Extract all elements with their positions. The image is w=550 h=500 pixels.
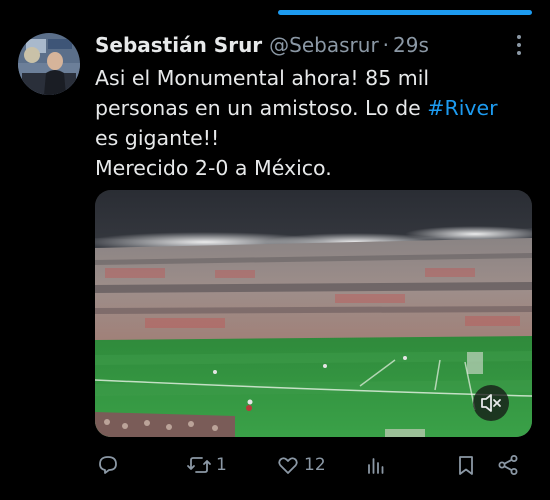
tweet-header: Sebastián Srur @Sebasrur · 29s	[95, 30, 515, 60]
video-player[interactable]	[95, 190, 532, 437]
retweet-button[interactable]: 1	[186, 451, 227, 479]
views-button[interactable]	[364, 451, 392, 479]
more-options-icon[interactable]	[508, 32, 530, 58]
tweet-text-line: Asi el Monumental ahora! 85 mil	[95, 66, 430, 90]
tweet-text-line: personas en un amistoso. Lo de #River	[95, 93, 525, 123]
video-progress-bar	[278, 10, 532, 15]
speaker-muted-icon	[481, 394, 501, 412]
author-name[interactable]: Sebastián Srur	[95, 33, 262, 57]
reply-icon	[99, 456, 117, 474]
mute-button[interactable]	[473, 385, 509, 421]
avatar-image	[18, 33, 80, 95]
tweet-text-line: Merecido 2-0 a México.	[95, 156, 332, 180]
avatar[interactable]	[18, 33, 80, 95]
stadium-photo	[95, 190, 532, 437]
bookmark-button[interactable]	[454, 451, 478, 479]
retweet-icon	[187, 457, 211, 473]
retweet-count: 1	[216, 455, 227, 475]
tweet-actions: 1 12	[0, 445, 550, 485]
author-handle[interactable]: @Sebasrur	[269, 33, 379, 57]
reply-button[interactable]	[96, 451, 124, 479]
share-button[interactable]	[496, 451, 520, 479]
like-count: 12	[304, 455, 326, 475]
tweet-text-segment: personas en un amistoso. Lo de	[95, 96, 428, 120]
views-icon	[368, 458, 384, 474]
like-button[interactable]: 12	[276, 451, 326, 479]
tweet-text-line: es gigante!!	[95, 126, 220, 150]
share-icon	[498, 455, 518, 475]
timestamp[interactable]: 29s	[393, 33, 429, 57]
like-icon	[278, 457, 298, 474]
tweet-text: Asi el Monumental ahora! 85 mil personas…	[95, 63, 525, 183]
bookmark-icon	[459, 456, 473, 475]
hashtag-link[interactable]: #River	[427, 96, 497, 120]
separator: ·	[382, 33, 390, 57]
